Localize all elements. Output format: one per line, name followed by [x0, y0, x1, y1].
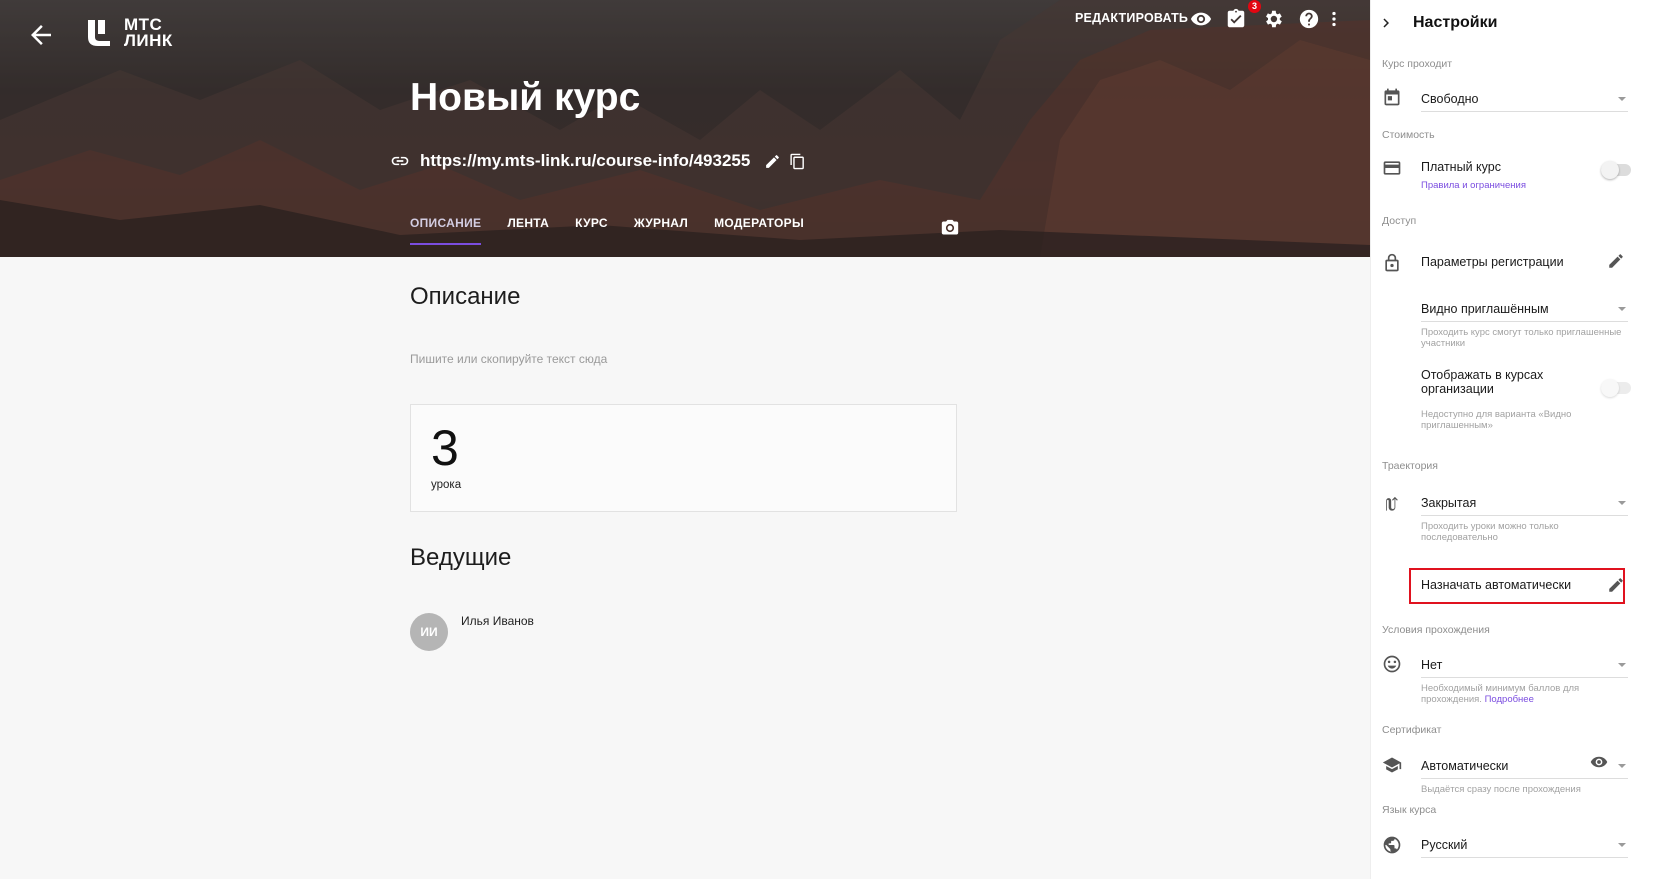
description-heading: Описание — [410, 283, 521, 310]
chevron-down-icon — [1618, 97, 1626, 101]
trajectory-select[interactable]: Закрытая — [1421, 490, 1628, 516]
link-icon — [391, 156, 409, 166]
certificate-hint: Выдаётся сразу после прохождения — [1421, 784, 1581, 795]
credit-card-icon — [1383, 161, 1401, 175]
logo-line2: ЛИНК — [124, 31, 173, 50]
settings-title: Настройки — [1413, 14, 1498, 31]
course-tabs: ОПИСАНИЕ ЛЕНТА КУРС ЖУРНАЛ МОДЕРАТОРЫ — [410, 216, 804, 245]
calendar-icon — [1384, 88, 1400, 106]
paid-course-label: Платный курс — [1421, 160, 1501, 174]
tab-feed[interactable]: ЛЕНТА — [507, 216, 549, 243]
language-value: Русский — [1421, 838, 1468, 852]
lessons-count: 3 — [431, 420, 459, 476]
chevron-down-icon — [1618, 663, 1626, 667]
camera-icon[interactable] — [940, 219, 960, 237]
trajectory-value: Закрытая — [1421, 496, 1477, 510]
smile-icon — [1383, 655, 1401, 673]
course-cover: МТС ЛИНК РЕДАКТИРОВАТЬ 3 Новый курс http… — [0, 0, 1370, 257]
pencil-icon[interactable] — [1607, 576, 1625, 594]
visibility-select[interactable]: Видно приглашённым — [1421, 296, 1628, 322]
show-in-org-toggle[interactable] — [1601, 379, 1631, 397]
section-passing: Курс проходит — [1382, 58, 1453, 70]
section-certificate: Сертификат — [1382, 724, 1442, 736]
show-in-org-hint: Недоступно для варианта «Видно приглашен… — [1421, 409, 1572, 431]
passing-value: Свободно — [1421, 92, 1479, 106]
registration-params[interactable]: Параметры регистрации — [1421, 255, 1564, 269]
chevron-right-icon[interactable] — [1377, 14, 1395, 32]
more-vertical-icon[interactable] — [1327, 8, 1341, 30]
paid-course-toggle[interactable] — [1601, 161, 1631, 179]
chevron-down-icon — [1618, 501, 1626, 505]
gear-icon[interactable] — [1262, 8, 1284, 30]
route-icon — [1386, 496, 1398, 511]
copy-url-icon[interactable] — [789, 153, 806, 170]
lock-icon — [1385, 253, 1399, 272]
settings-header: Настройки — [1371, 0, 1659, 48]
description-editor[interactable]: Пишите или скопируйте текст сюда — [410, 352, 960, 366]
section-trajectory: Траектория — [1382, 460, 1438, 472]
auto-assign-label[interactable]: Назначать автоматически — [1421, 578, 1571, 592]
rules-link[interactable]: Правила и ограничения — [1421, 180, 1628, 191]
graduation-cap-icon — [1382, 757, 1402, 773]
settings-panel: Настройки Курс проходит Свободно Стоимос… — [1370, 0, 1659, 879]
tab-journal[interactable]: ЖУРНАЛ — [634, 216, 688, 243]
hosts-heading: Ведущие — [410, 544, 512, 571]
certificate-value: Автоматически — [1421, 759, 1509, 773]
globe-icon — [1383, 836, 1401, 854]
mts-link-logo[interactable]: МТС ЛИНК — [84, 16, 173, 50]
tasks-badge: 3 — [1248, 0, 1261, 13]
conditions-select[interactable]: Нет — [1421, 652, 1628, 678]
eye-icon[interactable] — [1590, 753, 1608, 771]
visibility-value: Видно приглашённым — [1421, 302, 1549, 316]
chevron-down-icon — [1618, 764, 1626, 768]
show-in-org-label: Отображать в курсах организации — [1421, 368, 1544, 396]
tasks-icon[interactable] — [1225, 8, 1247, 30]
lessons-label: урока — [431, 479, 462, 491]
avatar: ИИ — [410, 613, 448, 651]
tab-description[interactable]: ОПИСАНИЕ — [410, 216, 482, 245]
chevron-down-icon — [1618, 843, 1626, 847]
lessons-card: 3 урока — [410, 404, 957, 512]
course-title[interactable]: Новый курс — [410, 76, 640, 120]
passing-select[interactable]: Свободно — [1421, 86, 1628, 112]
edit-url-icon[interactable] — [764, 153, 781, 170]
tab-course[interactable]: КУРС — [575, 216, 608, 243]
back-arrow-icon[interactable] — [26, 20, 56, 50]
section-conditions: Условия прохождения — [1382, 624, 1490, 636]
course-url[interactable]: https://my.mts-link.ru/course-info/49325… — [420, 151, 750, 171]
logo-mark-icon — [88, 20, 110, 46]
section-language: Язык курса — [1382, 804, 1437, 816]
language-select[interactable]: Русский — [1421, 832, 1628, 858]
pencil-icon[interactable] — [1607, 252, 1625, 270]
conditions-value: Нет — [1421, 658, 1443, 672]
course-url-row: https://my.mts-link.ru/course-info/49325… — [390, 151, 814, 171]
section-cost: Стоимость — [1382, 129, 1435, 141]
tab-moderators[interactable]: МОДЕРАТОРЫ — [714, 216, 804, 243]
chevron-down-icon — [1618, 307, 1626, 311]
conditions-hint: Необходимый минимум баллов для прохожден… — [1421, 683, 1628, 705]
eye-icon[interactable] — [1190, 8, 1212, 30]
more-link[interactable]: Подробнее — [1485, 694, 1534, 705]
edit-button[interactable]: РЕДАКТИРОВАТЬ — [1075, 11, 1188, 25]
trajectory-hint: Проходить уроки можно только последовате… — [1421, 521, 1559, 543]
section-access: Доступ — [1382, 215, 1417, 227]
host-name[interactable]: Илья Иванов — [461, 614, 534, 628]
logo-text: МТС ЛИНК — [124, 16, 173, 50]
help-icon[interactable] — [1298, 8, 1320, 30]
visibility-hint: Проходить курс смогут только приглашенны… — [1421, 327, 1622, 349]
